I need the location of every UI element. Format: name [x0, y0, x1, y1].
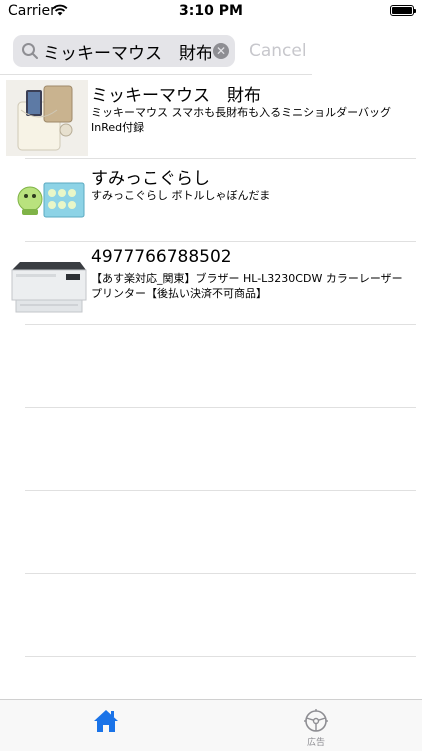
list-item[interactable]: 4977766788502 【あす楽対応_関東】ブラザー HL-L3230CDW…	[0, 242, 422, 325]
row-separator	[25, 656, 416, 657]
status-time: 3:10 PM	[179, 3, 243, 19]
tab-home[interactable]	[56, 700, 156, 751]
empty-row	[0, 325, 422, 408]
product-image-bag	[6, 80, 88, 156]
clear-icon[interactable]: ✕	[213, 43, 229, 59]
empty-row	[0, 574, 422, 657]
list-item[interactable]: すみっこぐらし すみっこぐらし ボトルしゃぼんだま	[0, 159, 422, 242]
search-icon	[22, 43, 38, 59]
status-bar: Carrier 3:10 PM	[0, 0, 422, 24]
search-input[interactable]	[43, 35, 211, 67]
item-title: すみっこぐらし	[91, 169, 210, 189]
search-bar: ✕ Cancel	[0, 24, 312, 75]
tab-ad-label: 広告	[306, 738, 325, 748]
item-description: 【あす楽対応_関東】ブラザー HL-L3230CDW カラーレーザープリンター【…	[91, 272, 403, 300]
product-image-printer	[6, 246, 88, 322]
results-list: ミッキーマウス 財布 ミッキーマウス スマホも長財布も入るミニショルダーバッグ …	[0, 76, 422, 657]
tab-bar: 広告	[0, 699, 422, 751]
item-description: ミッキーマウス スマホも長財布も入るミニショルダーバッグ InRed付録	[91, 106, 392, 134]
empty-row	[0, 408, 422, 491]
item-title: ミッキーマウス 財布	[91, 86, 261, 106]
item-description: すみっこぐらし ボトルしゃぼんだま	[91, 189, 271, 202]
item-title: 4977766788502	[91, 247, 232, 267]
home-icon	[94, 710, 118, 732]
list-item[interactable]: ミッキーマウス 財布 ミッキーマウス スマホも長財布も入るミニショルダーバッグ …	[0, 76, 422, 159]
product-image-bubbles	[6, 163, 88, 239]
battery-icon	[390, 5, 416, 16]
search-field[interactable]: ✕	[13, 35, 235, 67]
cancel-button[interactable]: Cancel	[249, 41, 307, 61]
steering-wheel-icon	[304, 709, 328, 732]
tab-ad[interactable]: 広告	[266, 700, 366, 751]
empty-row	[0, 491, 422, 574]
